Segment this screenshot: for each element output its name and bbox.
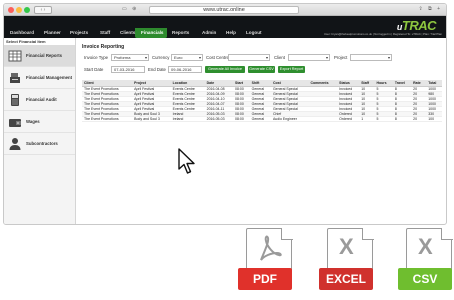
wallet-icon [9,119,21,127]
nav-planner[interactable]: Planner [44,30,61,35]
calculator-icon [11,94,19,106]
chevron-down-icon: ▾ [325,55,328,60]
minimize-window-button[interactable] [16,7,22,13]
excel-file-icon: X [339,234,354,259]
zoom-window-button[interactable] [24,7,30,13]
user-info: User: bryan@thebeatpromotions.co.uk | No… [324,32,442,36]
nav-help[interactable]: Help [226,30,236,35]
close-window-button[interactable] [8,7,14,13]
table-cell: 1 [359,116,375,122]
nav-clients[interactable]: Clients [120,30,135,35]
table-cell: Body and Soul 3 [132,116,171,122]
back-forward-buttons[interactable]: ‹ › [34,6,52,14]
utrac-logo: uTRAC [396,18,437,33]
sidebar-item-wages[interactable]: Wages [4,111,75,133]
pdf-file-icon [260,235,282,261]
sidebar-label: Financial Audit [26,97,57,102]
person-icon [9,138,21,150]
currency-label: Currency [152,55,170,60]
nav-dashboard[interactable]: Dashboard [10,30,34,35]
start-date-label: Start Date [84,67,104,72]
cost-centre-label: Cost Centre [206,55,229,60]
cost-centre-select[interactable]: ▾ [228,54,270,61]
chevron-down-icon: ▾ [265,55,268,60]
client-label: Client [274,55,285,60]
table-cell: The Event Promotions [82,116,133,122]
generate-all-invoice-button[interactable]: Generate All Invoice [205,66,245,73]
nav-reports[interactable]: Reports [172,30,189,35]
table-cell: 8 [392,116,412,122]
sidebar-item-financial-audit[interactable]: Financial Audit [4,89,75,111]
currency-select[interactable]: Euro ▾ [171,54,203,61]
sidebar-label: Financial Management [26,75,73,80]
table-grid-icon [8,50,22,62]
pdf-label: PDF [238,268,292,290]
sidebar-label: Wages [26,119,40,124]
export-csv-button[interactable]: X CSV [398,227,454,298]
address-bar[interactable]: www.utrac.online [149,6,299,14]
sidebar-item-financial-management[interactable]: Financial Management [4,67,75,89]
sidebar-item-financial-reports[interactable]: Financial Reports [4,45,75,67]
project-select[interactable]: ▾ [350,54,392,61]
browser-window: ‹ › ▭ ⊕ www.utrac.online ⇪ ⧉ + Dashboard… [3,3,447,225]
table-cell: 5 [374,116,393,122]
page-title: Invoice Reporting [82,44,125,50]
csv-file-icon: X [418,234,433,259]
table-cell: 2016-05-03 [204,116,234,122]
export-report-button[interactable]: Export Report [278,66,305,73]
share-icon[interactable]: ⇪ ⧉ + [419,6,442,12]
nav-projects[interactable]: Projects [70,30,88,35]
table-cell: 100 [426,116,442,122]
sidebar-label: Financial Reports [26,53,63,58]
table-cell: Ireland [170,116,205,122]
nav-logout[interactable]: Logout [246,30,262,35]
export-pdf-button[interactable]: PDF [238,227,294,298]
table-cell [308,116,338,122]
cash-register-icon [10,73,20,83]
nav-admin[interactable]: Admin [202,30,216,35]
export-excel-button[interactable]: X EXCEL [319,227,375,298]
project-label: Project [334,55,348,60]
table-row[interactable]: The Event Promotions Body and Soul 3 Irela… [82,116,442,122]
table-cell: General [249,116,271,122]
table-cell: Audio Engineer [270,116,309,122]
top-navigation: Dashboard Planner Projects Staff Clients… [4,16,446,38]
chevron-down-icon: ▾ [387,55,390,60]
nav-staff[interactable]: Staff [100,30,110,35]
invoice-type-label: Invoice Type [84,55,109,60]
sidebar-label: Subcontractors [26,141,58,146]
end-date-field[interactable]: 09-06-2016 [168,66,202,73]
table-cell: 20 [411,116,427,122]
start-date-field[interactable]: 07-03-2016 [111,66,145,73]
table-cell: Ordered [337,116,360,122]
table-cell: 08:00 [233,116,250,122]
invoice-table: Client Project Location Date Start Shift… [82,80,442,122]
nav-financials[interactable]: Financials [141,30,163,35]
toolbar-icons[interactable]: ▭ ⊕ [122,6,138,12]
invoice-type-select[interactable]: Proforma ▾ [111,54,149,61]
generate-csv-button[interactable]: Generate CSV [248,66,275,73]
invoice-reporting-panel: Invoice Reporting Invoice Type Proforma ▾… [82,44,442,224]
browser-titlebar: ‹ › ▭ ⊕ www.utrac.online ⇪ ⧉ + [4,4,446,16]
client-select[interactable]: ▾ [288,54,330,61]
sidebar: Select Financial Item Financial Reports … [4,38,76,224]
end-date-label: End Date [148,67,166,72]
sidebar-heading: Select Financial Item [4,38,75,45]
csv-label: CSV [398,268,452,290]
mouse-cursor-icon [178,148,195,174]
excel-label: EXCEL [319,268,373,290]
sidebar-item-subcontractors[interactable]: Subcontractors [4,133,75,155]
chevron-down-icon: ▾ [198,55,201,60]
chevron-down-icon: ▾ [144,55,147,60]
